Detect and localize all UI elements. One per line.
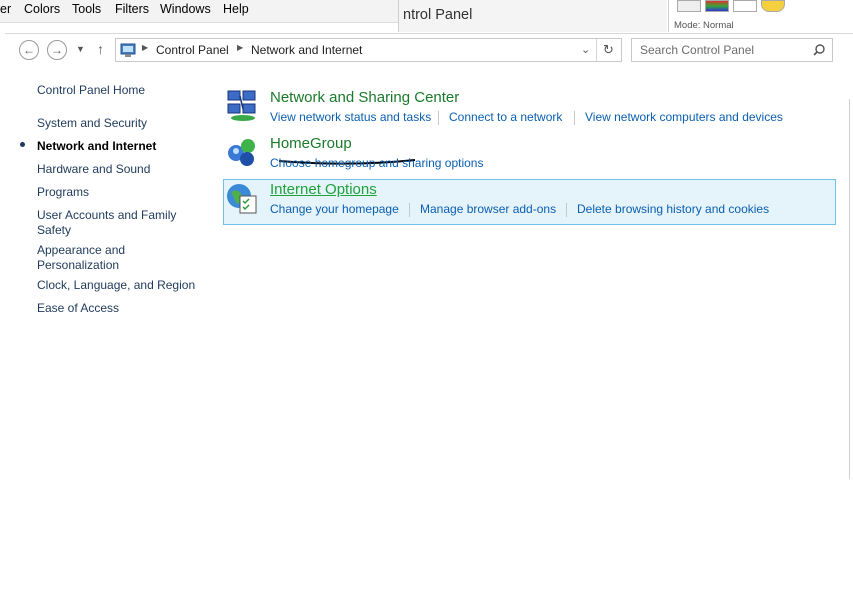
cross-thumb-icon[interactable] bbox=[733, 0, 757, 12]
category-title-internet-options[interactable]: Internet Options bbox=[270, 181, 377, 198]
breadcrumb-separator-icon[interactable]: ▶ bbox=[237, 43, 243, 52]
up-button[interactable]: ↑ bbox=[97, 41, 104, 57]
search-icon[interactable] bbox=[813, 44, 825, 56]
refresh-icon[interactable]: ↻ bbox=[603, 42, 614, 58]
breadcrumb-separator-icon[interactable]: ▶ bbox=[142, 43, 148, 52]
forward-button[interactable]: → bbox=[47, 40, 67, 60]
background-panel: Mode: Normal bbox=[668, 0, 853, 32]
breadcrumb-control-panel[interactable]: Control Panel bbox=[156, 43, 229, 57]
task-separator bbox=[438, 111, 439, 125]
search-box[interactable]: Search Control Panel bbox=[631, 38, 833, 62]
control-panel-window: ← → ▼ ↑ ▶ Control Panel ▶ Network and In… bbox=[5, 33, 853, 601]
control-panel-icon bbox=[120, 43, 136, 57]
sidebar-item-programs[interactable]: Programs bbox=[37, 185, 202, 200]
homegroup-icon[interactable] bbox=[225, 134, 259, 168]
category-title-homegroup[interactable]: HomeGroup bbox=[270, 135, 352, 152]
current-item-bullet bbox=[20, 142, 25, 147]
sidebar-item-clock-region[interactable]: Clock, Language, and Region bbox=[37, 278, 202, 293]
navigation-bar: ← → ▼ ↑ ▶ Control Panel ▶ Network and In… bbox=[5, 34, 853, 66]
menu-item-colors[interactable]: Colors bbox=[24, 2, 60, 16]
category-title-network-sharing[interactable]: Network and Sharing Center bbox=[270, 89, 459, 106]
address-dropdown-icon[interactable]: ⌄ bbox=[581, 43, 590, 56]
task-connect-network[interactable]: Connect to a network bbox=[449, 110, 562, 124]
layer-thumb-icon[interactable] bbox=[677, 0, 701, 12]
internet-options-icon[interactable] bbox=[225, 182, 259, 216]
background-window-titlebar: ntrol Panel bbox=[398, 0, 667, 32]
task-separator bbox=[409, 203, 410, 217]
address-divider bbox=[596, 39, 597, 61]
sidebar-item-hardware-sound[interactable]: Hardware and Sound bbox=[37, 162, 202, 177]
sidebar-item-system-security[interactable]: System and Security bbox=[37, 116, 202, 131]
recent-locations-icon[interactable]: ▼ bbox=[76, 44, 85, 54]
task-homegroup-options[interactable]: Choose homegroup and sharing options bbox=[270, 156, 483, 170]
search-input[interactable]: Search Control Panel bbox=[640, 43, 754, 57]
task-view-network-status[interactable]: View network status and tasks bbox=[270, 110, 431, 124]
menu-item-help[interactable]: Help bbox=[223, 2, 249, 16]
menu-item-tools[interactable]: Tools bbox=[72, 2, 101, 16]
breadcrumb-network-and-internet[interactable]: Network and Internet bbox=[251, 43, 362, 57]
background-menubar: er Colors Tools Filters Windows Help bbox=[0, 0, 400, 23]
window-right-edge bbox=[849, 99, 853, 479]
network-sharing-icon[interactable] bbox=[225, 88, 259, 122]
mode-label: Mode: Normal bbox=[674, 20, 734, 31]
sidebar-item-home[interactable]: Control Panel Home bbox=[37, 83, 202, 98]
menu-item-windows[interactable]: Windows bbox=[160, 2, 211, 16]
background-window-title: ntrol Panel bbox=[403, 7, 473, 23]
task-change-homepage[interactable]: Change your homepage bbox=[270, 202, 399, 216]
back-button[interactable]: ← bbox=[19, 40, 39, 60]
sidebar-item-network-internet[interactable]: Network and Internet bbox=[37, 139, 202, 154]
sidebar-item-ease-of-access[interactable]: Ease of Access bbox=[37, 301, 202, 316]
task-separator bbox=[566, 203, 567, 217]
menu-item-filters[interactable]: Filters bbox=[115, 2, 149, 16]
task-delete-history[interactable]: Delete browsing history and cookies bbox=[577, 202, 769, 216]
address-bar[interactable]: ▶ Control Panel ▶ Network and Internet ⌄… bbox=[115, 38, 622, 62]
lightning-thumb-icon[interactable] bbox=[761, 0, 785, 12]
task-separator bbox=[574, 111, 575, 125]
sidebar-item-user-accounts[interactable]: User Accounts and Family Safety bbox=[37, 208, 187, 238]
menu-item-partial[interactable]: er bbox=[0, 2, 11, 16]
swatch-thumb-icon[interactable] bbox=[705, 0, 729, 12]
task-view-network-computers[interactable]: View network computers and devices bbox=[585, 110, 783, 124]
sidebar-item-appearance[interactable]: Appearance and Personalization bbox=[37, 243, 137, 273]
task-manage-addons[interactable]: Manage browser add-ons bbox=[420, 202, 556, 216]
